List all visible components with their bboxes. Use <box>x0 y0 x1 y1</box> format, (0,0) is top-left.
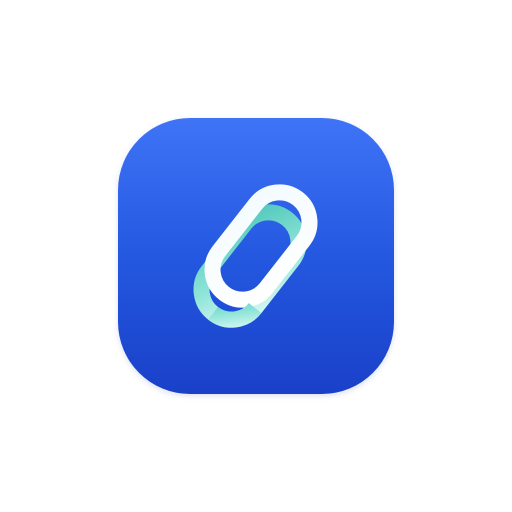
front-link <box>204 184 318 308</box>
link-chain-icon <box>193 184 318 328</box>
app-icon[interactable] <box>118 118 394 394</box>
canvas <box>0 0 512 512</box>
